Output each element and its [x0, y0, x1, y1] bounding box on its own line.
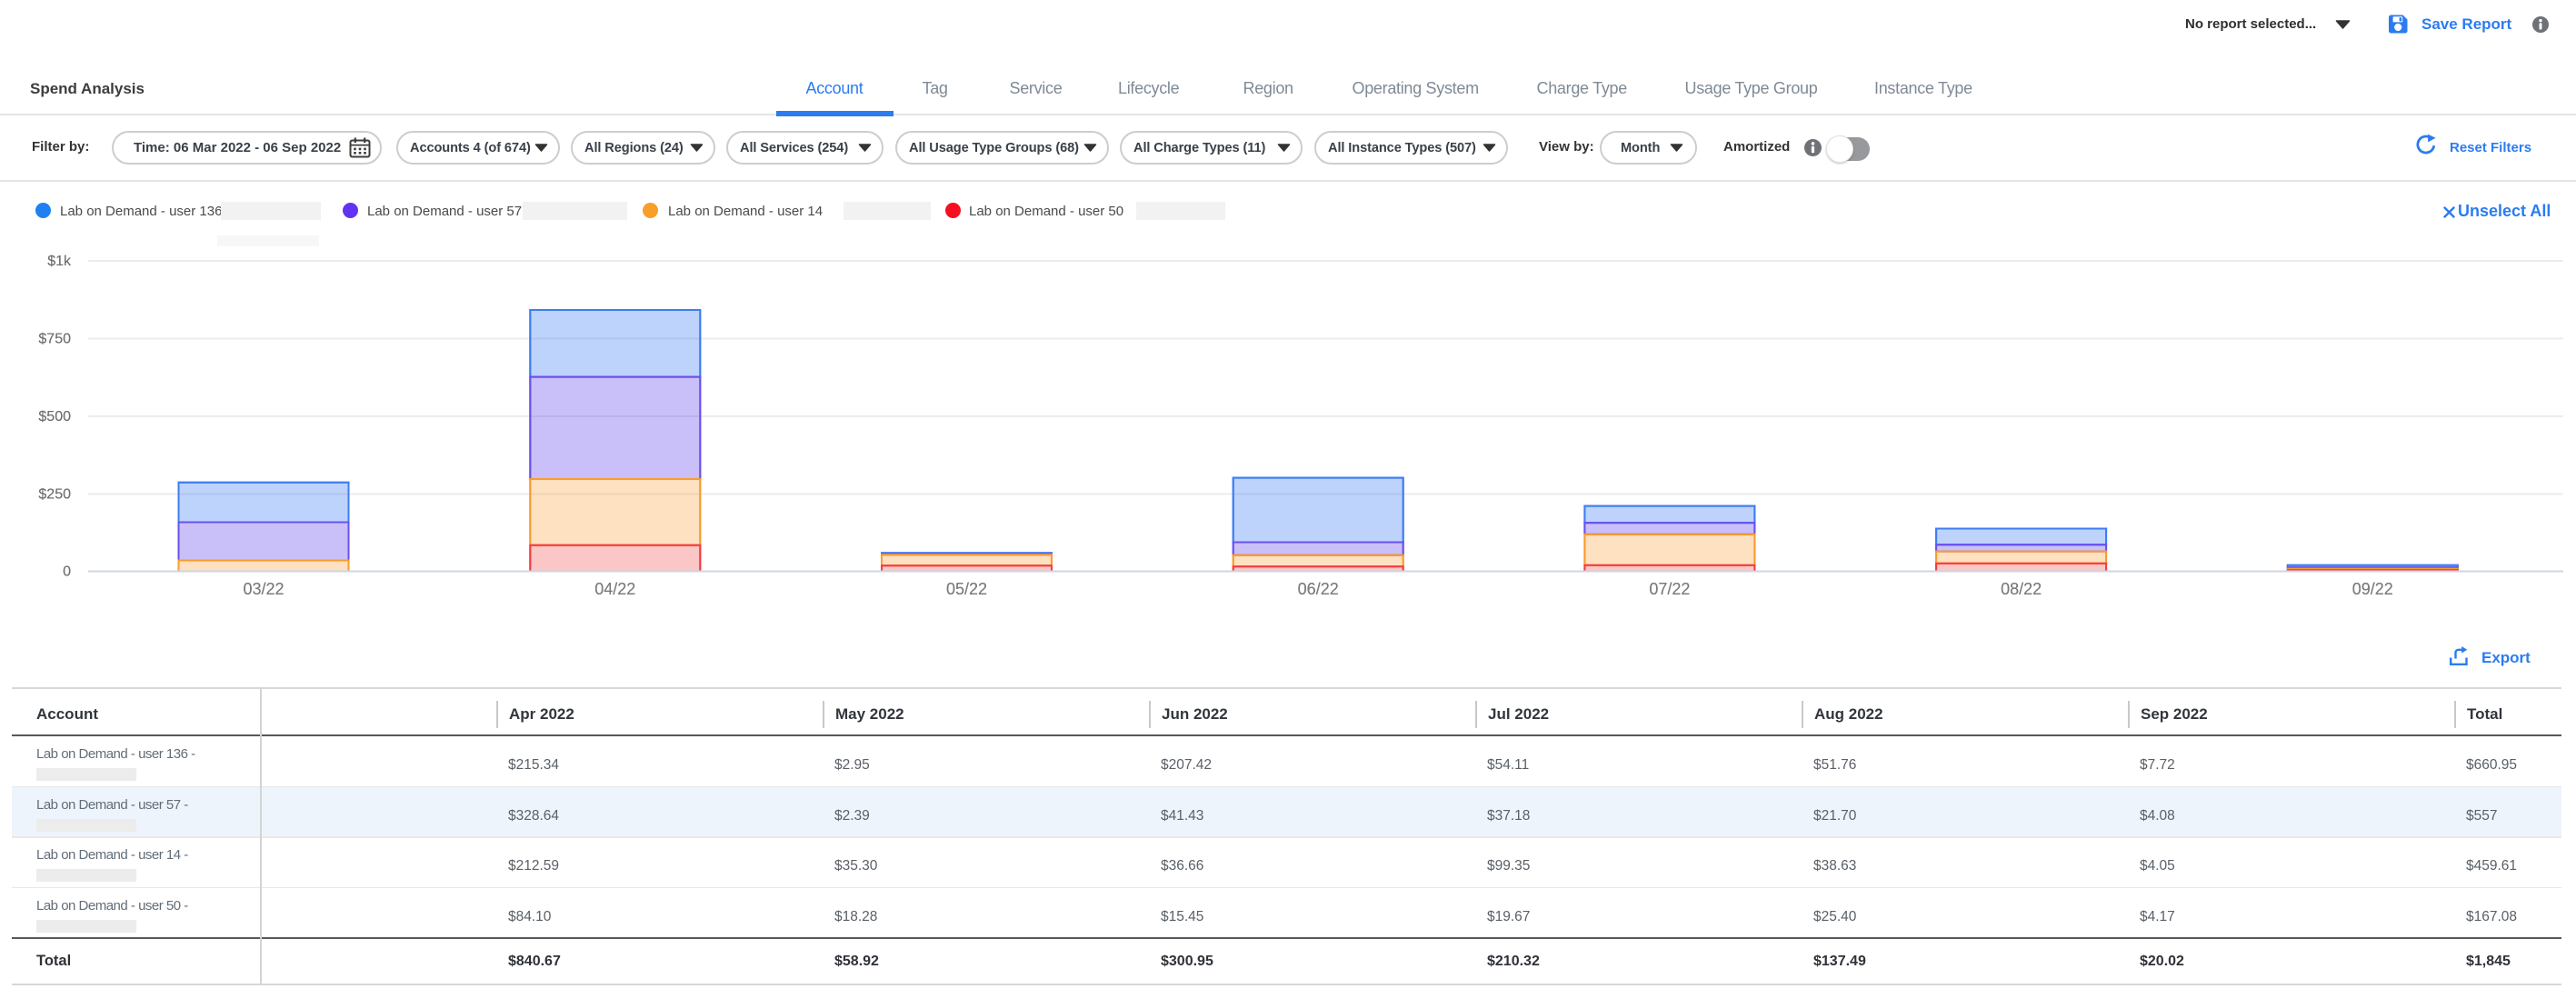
- svg-text:06/22: 06/22: [1298, 580, 1339, 598]
- svg-text:03/22: 03/22: [243, 580, 284, 598]
- svg-text:04/22: 04/22: [594, 580, 635, 598]
- svg-text:09/22: 09/22: [2352, 580, 2393, 598]
- svg-text:$1k: $1k: [47, 254, 72, 269]
- svg-text:0: 0: [63, 564, 71, 580]
- svg-text:05/22: 05/22: [946, 580, 987, 598]
- svg-text:$500: $500: [38, 409, 71, 425]
- svg-text:08/22: 08/22: [2001, 580, 2042, 598]
- svg-text:$750: $750: [38, 332, 71, 347]
- svg-text:07/22: 07/22: [1649, 580, 1690, 598]
- svg-text:$250: $250: [38, 487, 71, 503]
